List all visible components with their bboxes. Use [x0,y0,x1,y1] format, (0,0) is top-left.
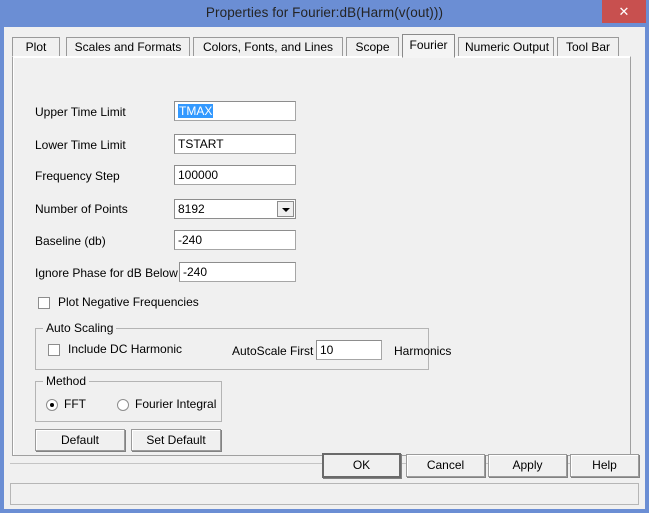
number-of-points-value: 8192 [178,202,205,216]
tab-scope[interactable]: Scope [346,37,399,57]
window-title: Properties for Fourier:dB(Harm(v(out))) [205,5,444,20]
lower-time-limit-label: Lower Time Limit [35,138,126,152]
autoscale-first-label: AutoScale First [232,344,314,358]
number-of-points-label: Number of Points [35,202,128,216]
tab-numeric-output[interactable]: Numeric Output [458,37,554,57]
baseline-db-input[interactable]: -240 [174,230,296,250]
include-dc-harmonic-label: Include DC Harmonic [68,342,183,356]
apply-button[interactable]: Apply [488,454,567,477]
frequency-step-input[interactable]: 100000 [174,165,296,185]
frequency-step-label: Frequency Step [35,169,120,183]
title-bar[interactable]: Properties for Fourier:dB(Harm(v(out))) … [0,0,649,27]
tab-scales-and-formats[interactable]: Scales and Formats [66,37,190,57]
default-button[interactable]: Default [35,429,125,451]
ignore-phase-label: Ignore Phase for dB Below [35,266,178,280]
dialog-window: Properties for Fourier:dB(Harm(v(out))) … [0,0,649,513]
tab-tool-bar[interactable]: Tool Bar [557,37,619,57]
method-fft-label: FFT [64,397,86,411]
upper-time-limit-input[interactable]: TMAX [174,101,296,121]
close-icon: ✕ [618,4,630,19]
radio-dot [50,403,54,407]
dialog-body: Plot Scales and Formats Colors, Fonts, a… [4,27,645,509]
fourier-tab-panel: Upper Time Limit TMAX Lower Time Limit T… [12,56,631,456]
upper-time-limit-value: TMAX [178,104,214,118]
method-fourier-integral-label: Fourier Integral [135,397,217,411]
ok-button[interactable]: OK [322,453,401,478]
checkbox-box [38,297,50,309]
cancel-button[interactable]: Cancel [406,454,485,477]
checkbox-box [48,344,60,356]
set-default-button[interactable]: Set Default [131,429,221,451]
lower-time-limit-input[interactable]: TSTART [174,134,296,154]
help-button[interactable]: Help [570,454,639,477]
status-bar [10,483,639,505]
chevron-down-icon [282,208,290,212]
auto-scaling-group-title: Auto Scaling [43,321,117,335]
radio-circle [117,399,129,411]
upper-time-limit-label: Upper Time Limit [35,105,126,119]
tab-plot[interactable]: Plot [12,37,60,57]
close-button[interactable]: ✕ [602,0,646,23]
harmonics-label: Harmonics [394,344,452,358]
radio-circle [46,399,58,411]
number-of-points-combo[interactable]: 8192 [174,199,296,219]
plot-negative-frequencies-label: Plot Negative Frequencies [58,295,199,309]
tab-colors-fonts-and-lines[interactable]: Colors, Fonts, and Lines [193,37,343,57]
tab-fourier[interactable]: Fourier [402,34,455,58]
ignore-phase-input[interactable]: -240 [179,262,296,282]
auto-scaling-group: Auto Scaling Include DC Harmonic AutoSca… [35,321,451,370]
method-group: Method FFT Fourier Integral [35,374,222,422]
baseline-db-label: Baseline (db) [35,234,106,248]
autoscale-first-input[interactable]: 10 [316,340,382,360]
method-group-title: Method [43,374,90,388]
number-of-points-dropdown-button[interactable] [277,201,294,217]
